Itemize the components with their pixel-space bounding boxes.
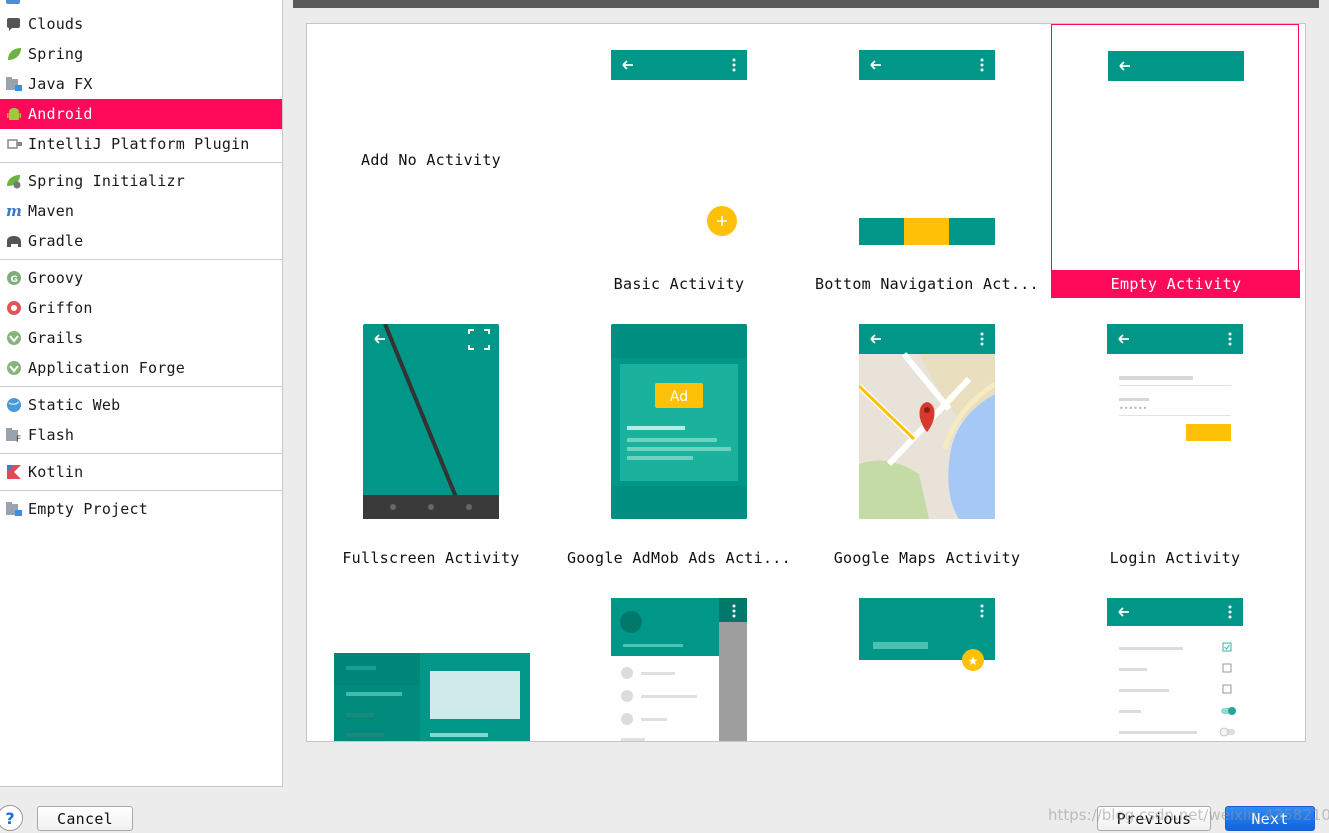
activity-tile-maps[interactable]: Google Maps Activity <box>803 298 1051 572</box>
activity-tile-label: Bottom Navigation Act... <box>815 275 1039 293</box>
activity-tile-basic[interactable]: Basic Activity <box>555 24 803 298</box>
activity-preview-bottomnav <box>859 50 995 245</box>
folder-icon <box>5 75 23 93</box>
sidebar-item-label: Java FX <box>28 75 93 93</box>
activity-tile-label: Fullscreen Activity <box>342 549 520 567</box>
activity-preview-basic <box>611 50 747 245</box>
cancel-button[interactable]: Cancel <box>37 806 133 831</box>
sidebar-item-empty-project[interactable]: Empty Project <box>0 494 282 524</box>
activity-tile-label: Google Maps Activity <box>833 549 1021 567</box>
kotlin-icon <box>5 463 23 481</box>
sidebar-separator <box>0 259 282 260</box>
sidebar-item-label: Griffon <box>28 299 93 317</box>
spring-initializr-icon <box>5 172 23 190</box>
plugin-icon <box>5 135 23 153</box>
sidebar-item-gradle[interactable]: Gradle <box>0 226 282 256</box>
activity-tile-bottomnav[interactable]: Bottom Navigation Act... <box>803 24 1051 298</box>
activity-tile-label: Add No Activity <box>361 151 501 169</box>
activity-preview-settings <box>1107 598 1243 741</box>
activity-tile-admob[interactable]: Ad Google AdMob Ads Acti... <box>555 298 803 572</box>
sidebar-item-label: Kotlin <box>28 463 84 481</box>
sidebar-separator <box>0 453 282 454</box>
sidebar-item-label: Gradle <box>28 232 84 250</box>
spring-leaf-icon <box>5 45 23 63</box>
sidebar-item-label: Maven <box>28 202 75 220</box>
sidebar-item-label: Grails <box>28 329 84 347</box>
sidebar-item-label: Empty Project <box>28 500 148 518</box>
activity-preview-login: •••••• <box>1107 324 1243 519</box>
flash-folder-icon: F <box>5 426 23 444</box>
activity-gallery: Add No Activity Basic Activity Bottom Navi… <box>306 23 1306 742</box>
grails-icon <box>5 359 23 377</box>
sidebar-item-java-fx[interactable]: Java FX <box>0 69 282 99</box>
globe-icon <box>5 396 23 414</box>
project-type-sidebar: Clouds Spring Java FX Android IntelliJ Platf… <box>0 0 283 787</box>
activity-preview-scrolling: ★ <box>859 598 995 741</box>
top-divider-bar <box>293 0 1319 8</box>
sidebar-item-label: Application Forge <box>28 359 185 377</box>
next-button[interactable]: Next <box>1225 806 1315 831</box>
grails-icon <box>5 329 23 347</box>
cut-off-icon <box>6 0 20 4</box>
activity-tile-scrolling[interactable]: ★ <box>803 572 1051 741</box>
activity-preview-fullscreen <box>363 323 499 520</box>
svg-text:★: ★ <box>968 654 979 668</box>
activity-preview-maps <box>856 324 997 519</box>
svg-text:F: F <box>16 435 21 443</box>
activity-preview-admob: Ad <box>611 324 747 519</box>
sidebar-item-spring[interactable]: Spring <box>0 39 282 69</box>
activity-tile-login[interactable]: •••••• Login Activity <box>1051 298 1299 572</box>
sidebar-item-application-forge[interactable]: Application Forge <box>0 353 282 383</box>
activity-tile-none[interactable]: Add No Activity <box>307 24 555 298</box>
activity-tile-label: Basic Activity <box>613 275 745 293</box>
svg-text:m: m <box>6 203 22 219</box>
maven-icon: m <box>5 202 23 220</box>
sidebar-item-clouds[interactable]: Clouds <box>0 9 282 39</box>
sidebar-item-flash[interactable]: F Flash <box>0 420 282 450</box>
groovy-icon: G <box>5 269 23 287</box>
sidebar-item-label: Flash <box>28 426 75 444</box>
sidebar-item-spring-initializr[interactable]: Spring Initializr <box>0 166 282 196</box>
sidebar-item-intellij-platform-plugin[interactable]: IntelliJ Platform Plugin <box>0 129 282 159</box>
sidebar-item-label: IntelliJ Platform Plugin <box>28 135 250 153</box>
sidebar-item-label: Static Web <box>28 396 121 414</box>
activity-tile-fullscreen[interactable]: Fullscreen Activity <box>307 298 555 572</box>
ad-badge: Ad <box>670 389 688 405</box>
sidebar-item-label: Clouds <box>28 15 84 33</box>
sidebar-item-groovy[interactable]: G Groovy <box>0 263 282 293</box>
gradle-elephant-icon <box>5 232 23 250</box>
help-button[interactable]: ? <box>0 805 23 831</box>
activity-tile-label: Empty Activity <box>1052 270 1300 298</box>
sidebar-item-label: Android <box>28 105 93 123</box>
griffon-icon <box>5 299 23 317</box>
folder-icon <box>5 500 23 518</box>
sidebar-item-grails[interactable]: Grails <box>0 323 282 353</box>
svg-text:G: G <box>11 275 19 285</box>
activity-tile-navdrawer[interactable] <box>555 572 803 741</box>
activity-preview-masterdetail <box>334 653 530 741</box>
activity-tile-settings[interactable] <box>1051 572 1299 741</box>
sidebar-item-label: Spring Initializr <box>28 172 185 190</box>
previous-button[interactable]: Previous <box>1097 806 1211 831</box>
android-icon <box>5 105 23 123</box>
sidebar-item-kotlin[interactable]: Kotlin <box>0 457 282 487</box>
activity-tile-masterdetail[interactable] <box>307 572 555 741</box>
sidebar-item-label: Groovy <box>28 269 84 287</box>
activity-preview-empty <box>1108 51 1244 246</box>
sidebar-separator <box>0 490 282 491</box>
sidebar-separator <box>0 162 282 163</box>
activity-tile-label: Google AdMob Ads Acti... <box>567 549 791 567</box>
activity-preview-navdrawer <box>611 598 747 741</box>
svg-text:••••••: •••••• <box>1119 404 1147 413</box>
new-project-dialog: Clouds Spring Java FX Android IntelliJ Platf… <box>0 0 1329 833</box>
sidebar-item-static-web[interactable]: Static Web <box>0 390 282 420</box>
sidebar-item-maven[interactable]: m Maven <box>0 196 282 226</box>
sidebar-separator <box>0 386 282 387</box>
sidebar-item-label: Spring <box>28 45 84 63</box>
cloud-icon <box>5 15 23 33</box>
activity-tile-empty[interactable]: Empty Activity <box>1051 24 1300 298</box>
sidebar-item-griffon[interactable]: Griffon <box>0 293 282 323</box>
sidebar-item-android[interactable]: Android <box>0 99 282 129</box>
activity-tile-label: Login Activity <box>1109 549 1241 567</box>
